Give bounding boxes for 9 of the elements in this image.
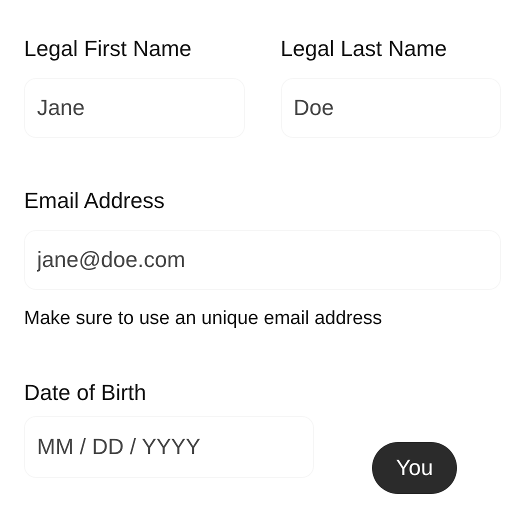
user-tag: You [372, 442, 458, 494]
input-field[interactable]: Jane [24, 78, 244, 138]
input-field[interactable]: Doe [280, 78, 501, 138]
date-field[interactable]: MM / DD / YYYY [24, 416, 314, 478]
field-label: Date of Birth [24, 379, 148, 407]
field-label: Email Address [24, 187, 166, 215]
helper-text: Make sure to use an unique email address [24, 308, 384, 330]
field-label: Legal First Name [24, 35, 193, 63]
field-label: Legal Last Name [280, 35, 448, 63]
